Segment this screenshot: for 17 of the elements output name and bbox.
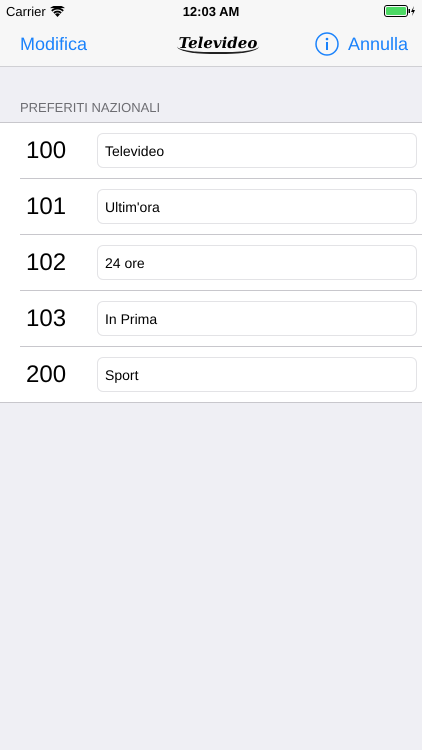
info-icon[interactable] [314, 32, 339, 56]
page-number: 101 [25, 192, 68, 220]
input-field[interactable]: 24 ore [97, 245, 417, 280]
input-field[interactable]: Televideo [97, 133, 417, 168]
page-number: 100 [25, 136, 68, 164]
status-time: 12:03 AM [182, 4, 240, 18]
page-number: 200 [25, 360, 68, 388]
battery-icon [384, 5, 416, 17]
page-number: 102 [25, 248, 68, 276]
app-logo: Televideo [176, 34, 260, 54]
wifi-icon [50, 6, 65, 16]
section-header: PREFERITI NAZIONALI [19, 99, 162, 117]
input-field[interactable]: Sport [97, 357, 417, 392]
input-field[interactable]: Ultim'ora [97, 189, 417, 224]
input-field[interactable]: In Prima [97, 301, 417, 336]
page-number: 103 [25, 304, 68, 332]
carrier-name: Carrier [6, 4, 46, 18]
